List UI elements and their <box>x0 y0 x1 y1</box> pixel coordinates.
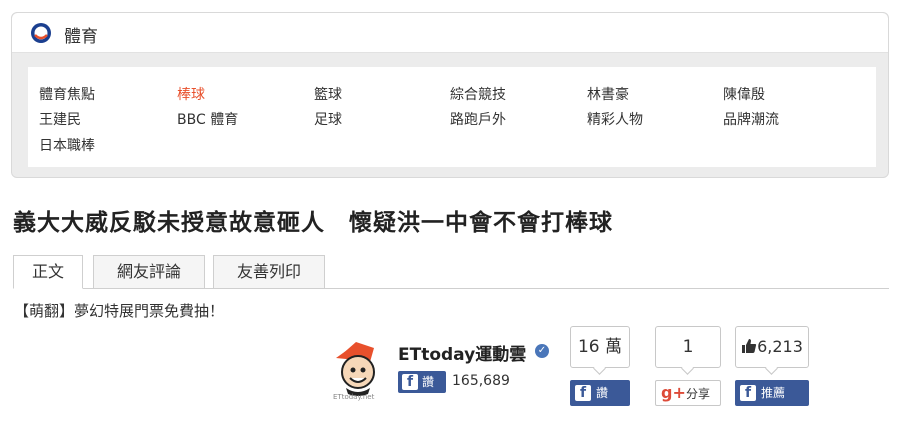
category-link-sports-focus[interactable]: 體育焦點 <box>39 84 95 104</box>
thumbs-up-icon <box>742 339 757 353</box>
fan-count: 165,689 <box>452 373 510 389</box>
facebook-recommend-button[interactable]: f 推薦 <box>735 380 809 406</box>
verified-check-icon: ✓ <box>535 344 549 358</box>
category-links-panel: 體育焦點 棒球 籃球 綜合競技 林書豪 陳偉殷 王建民 BBC 體育 足球 路跑… <box>28 67 876 167</box>
mascot-caption: ETtoday.net <box>333 393 375 401</box>
facebook-icon: f <box>402 374 418 390</box>
facebook-share-button[interactable]: f 讚 <box>570 380 630 406</box>
category-link-multi-sports[interactable]: 綜合競技 <box>450 84 506 104</box>
follow-label: 讚 <box>422 375 435 389</box>
facebook-follow-button[interactable]: f 讚 <box>398 371 446 393</box>
promo-link[interactable]: 【萌翻】夢幻特展門票免費抽！ <box>14 300 224 321</box>
category-link-football[interactable]: 足球 <box>314 109 342 129</box>
facebook-like-count-box: 6,213 <box>735 326 809 368</box>
recommend-label: 推薦 <box>761 386 786 400</box>
google-plus-icon: g+ <box>661 383 686 402</box>
google-plus-count: 1 <box>655 326 721 368</box>
category-link-wei-yin-chen[interactable]: 陳偉殷 <box>723 84 765 104</box>
section-nav-box: 體育 體育焦點 棒球 籃球 綜合競技 林書豪 陳偉殷 王建民 BBC 體育 足球… <box>11 12 889 178</box>
category-link-chien-ming-wang[interactable]: 王建民 <box>39 109 81 129</box>
tab-print[interactable]: 友善列印 <box>213 255 325 289</box>
facebook-icon: f <box>740 385 756 401</box>
facebook-icon: f <box>575 385 591 401</box>
category-link-basketball[interactable]: 籃球 <box>314 84 342 104</box>
section-title[interactable]: 體育 <box>64 22 98 47</box>
google-plus-share-button[interactable]: g+ 分享 <box>655 380 721 406</box>
share-label: 讚 <box>596 386 609 400</box>
category-link-npb[interactable]: 日本職棒 <box>39 135 95 155</box>
tab-comments[interactable]: 網友評論 <box>93 255 205 289</box>
sports-logo-icon <box>31 23 51 43</box>
category-link-bbc-sports[interactable]: BBC 體育 <box>177 109 238 129</box>
facebook-share-count: 16 萬 <box>570 326 630 368</box>
brand-name[interactable]: ETtoday運動雲 <box>398 340 526 365</box>
category-link-people[interactable]: 精彩人物 <box>587 109 643 129</box>
section-header: 體育 <box>12 13 888 53</box>
gplus-share-label: 分享 <box>686 387 711 401</box>
category-link-jeremy-lin[interactable]: 林書豪 <box>587 84 629 104</box>
category-link-baseball[interactable]: 棒球 <box>177 84 205 104</box>
category-link-brand-trends[interactable]: 品牌潮流 <box>723 109 779 129</box>
like-count: 6,213 <box>757 337 803 356</box>
article-headline: 義大大威反駁未授意故意砸人 懷疑洪一中會不會打棒球 <box>13 210 613 236</box>
tab-main-text[interactable]: 正文 <box>13 255 83 289</box>
category-link-running-outdoor[interactable]: 路跑戶外 <box>450 109 506 129</box>
